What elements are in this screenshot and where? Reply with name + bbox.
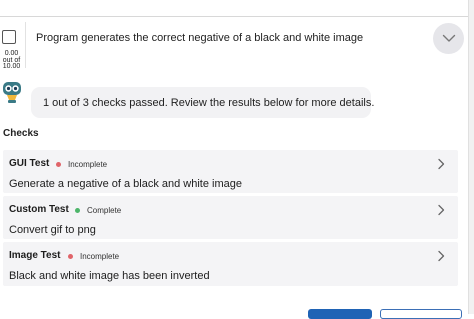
status-dot (75, 208, 80, 213)
flag-question-checkbox[interactable] (2, 30, 16, 44)
status-label: Incomplete (68, 160, 108, 169)
check-row-gui-test[interactable]: GUI Test Incomplete Generate a negative … (3, 150, 458, 193)
check-row-custom-test[interactable]: Custom Test Complete Convert gif to png (3, 196, 458, 239)
chevron-right-icon (438, 158, 445, 170)
chevron-down-icon (442, 34, 455, 42)
check-row-image-test[interactable]: Image Test Incomplete Black and white im… (3, 242, 458, 286)
check-title: Custom Test (9, 204, 69, 215)
status-badge: Incomplete (56, 160, 107, 169)
chevron-right-icon (438, 250, 445, 262)
primary-action-button[interactable] (308, 309, 372, 319)
robot-icon (3, 82, 21, 103)
check-description: Convert gif to png (9, 224, 96, 236)
expand-button[interactable] (433, 23, 464, 54)
score-max: 10.00 (2, 63, 21, 70)
chevron-right-icon (438, 204, 445, 216)
status-dot (56, 162, 61, 167)
status-label: Complete (87, 206, 122, 215)
status-badge: Incomplete (68, 252, 119, 261)
status-dot (68, 254, 73, 259)
question-text: Program generates the correct negative o… (36, 32, 364, 44)
top-divider (0, 16, 468, 17)
status-label: Incomplete (80, 252, 120, 261)
check-title: Image Test (9, 250, 61, 261)
question-score: 0.00 out of 10.00 (0, 50, 23, 71)
checks-summary-message: 1 out of 3 checks passed. Review the res… (31, 87, 375, 118)
check-description: Generate a negative of a black and white… (9, 178, 242, 190)
check-title: GUI Test (9, 158, 50, 169)
checks-heading: Checks (3, 128, 39, 139)
status-badge: Complete (75, 206, 121, 215)
scrollbar[interactable] (468, 0, 474, 314)
score-divider (25, 22, 26, 68)
secondary-action-button[interactable] (380, 309, 462, 319)
summary-text: 1 out of 3 checks passed. Review the res… (43, 96, 375, 109)
check-description: Black and white image has been inverted (9, 270, 210, 282)
